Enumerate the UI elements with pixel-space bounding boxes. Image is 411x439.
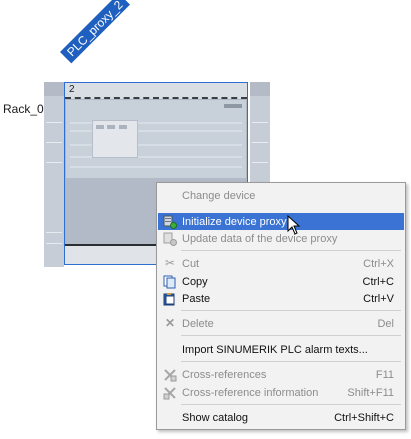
module-card-graphic [92,120,138,158]
menu-item-paste[interactable]: Paste Ctrl+V [158,290,404,307]
menu-item-cross-reference-information[interactable]: Cross-reference information Shift+F11 [158,384,404,401]
blank-icon [162,342,178,357]
rack-rail-left [44,82,64,267]
menu-separator [181,310,401,311]
menu-item-import-sinumerik-alarm-texts[interactable]: Import SINUMERIK PLC alarm texts... [158,341,404,358]
scissors-icon: ✂ [164,256,176,270]
paste-icon [162,291,178,306]
copy-icon [162,274,178,289]
menu-item-show-catalog[interactable]: Show catalog Ctrl+Shift+C [158,409,404,426]
rack-label: Rack_0 [3,102,44,116]
mouse-pointer-icon [287,215,301,235]
menu-item-cut[interactable]: ✂ Cut Ctrl+X [158,255,404,272]
context-menu: Change device Initialize device proxy Up… [156,182,406,430]
update-proxy-icon [162,231,178,246]
cross-reference-info-icon [162,385,178,400]
menu-separator [181,361,401,362]
cross-references-icon [162,367,178,382]
device-name-tag[interactable]: PLC_proxy_2 [60,0,130,64]
menu-item-delete[interactable]: ✕ Delete Del [158,315,404,332]
slot-number: 2 [65,83,247,99]
menu-item-copy[interactable]: Copy Ctrl+C [158,273,404,290]
menu-item-update-device-proxy[interactable]: Update data of the device proxy [158,230,404,247]
menu-separator [181,250,401,251]
initialize-proxy-icon [162,214,178,229]
delete-x-icon: ✕ [164,316,176,330]
module-front-panel [66,100,246,178]
blank-icon [162,188,178,203]
blank-icon [162,410,178,425]
menu-item-initialize-device-proxy[interactable]: Initialize device proxy [158,213,404,230]
menu-separator [181,404,401,405]
menu-item-change-device[interactable]: Change device [158,187,404,204]
menu-item-cross-references[interactable]: Cross-references F11 [158,366,404,383]
menu-separator [181,335,401,336]
